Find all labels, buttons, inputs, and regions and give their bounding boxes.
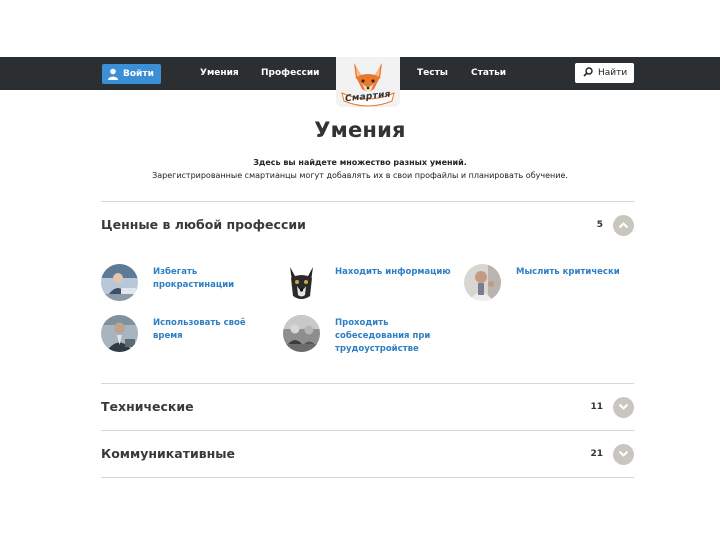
divider bbox=[101, 477, 634, 478]
skill-label: Использовать своё bbox=[153, 318, 246, 328]
skill-label: трудоустройстве bbox=[335, 344, 419, 354]
section-title-communicative[interactable]: Коммуникативные bbox=[101, 446, 235, 461]
skill-item-use-time[interactable]: Использовать своё время bbox=[101, 315, 246, 352]
skill-label: Находить информацию bbox=[335, 267, 451, 277]
divider bbox=[101, 201, 634, 202]
skill-label: прокрастинации bbox=[153, 280, 235, 290]
divider bbox=[101, 430, 634, 431]
section-count-valuable: 5 bbox=[596, 220, 603, 230]
section-title-valuable[interactable]: Ценные в любой профессии bbox=[101, 217, 306, 232]
section-count-technical: 11 bbox=[590, 402, 603, 412]
nav-link-skills[interactable]: Умения bbox=[200, 68, 239, 78]
skill-item-procrastination[interactable]: Избегать прокрастинации bbox=[101, 264, 234, 301]
skill-item-find-information[interactable]: Находить информацию bbox=[283, 264, 451, 301]
nav-link-tests[interactable]: Тесты bbox=[417, 68, 448, 78]
chevron-down-icon bbox=[618, 450, 629, 457]
skill-label: Мыслить критически bbox=[516, 267, 620, 277]
expand-toggle-communicative[interactable] bbox=[613, 444, 634, 465]
collapse-toggle-valuable[interactable] bbox=[613, 215, 634, 236]
business-man-avatar bbox=[101, 315, 138, 352]
skill-label: собеседования при bbox=[335, 331, 431, 341]
login-label: Войти bbox=[123, 69, 154, 79]
skill-label: Избегать bbox=[153, 267, 198, 277]
search-icon bbox=[583, 66, 593, 80]
skill-item-interviews[interactable]: Проходить собеседования при трудоустройс… bbox=[283, 315, 430, 356]
skill-label: время bbox=[153, 331, 183, 341]
expand-toggle-technical[interactable] bbox=[613, 397, 634, 418]
thinking-person-avatar bbox=[464, 264, 501, 301]
interview-avatar bbox=[283, 315, 320, 352]
chevron-up-icon bbox=[618, 222, 629, 229]
search-button[interactable]: Найти bbox=[575, 63, 634, 83]
person-at-laptop-avatar bbox=[101, 264, 138, 301]
nav-link-professions[interactable]: Профессии bbox=[261, 68, 319, 78]
intro-bold-text: Здесь вы найдете множество разных умений… bbox=[253, 158, 467, 167]
chevron-down-icon bbox=[618, 403, 629, 410]
login-button[interactable]: Войти bbox=[102, 64, 161, 84]
search-label: Найти bbox=[598, 68, 628, 78]
page-title: Умения bbox=[314, 118, 406, 142]
skill-item-critical-thinking[interactable]: Мыслить критически bbox=[464, 264, 620, 301]
divider bbox=[101, 383, 634, 384]
intro-text: Зарегистрированные смартианцы могут доба… bbox=[152, 171, 568, 180]
user-icon bbox=[108, 68, 118, 80]
section-count-communicative: 21 bbox=[590, 449, 603, 459]
nav-link-articles[interactable]: Статьи bbox=[471, 68, 506, 78]
skill-label: Проходить bbox=[335, 318, 389, 328]
section-title-technical[interactable]: Технические bbox=[101, 399, 194, 414]
site-logo[interactable]: Смартия bbox=[336, 57, 400, 107]
dog-avatar bbox=[283, 264, 320, 301]
